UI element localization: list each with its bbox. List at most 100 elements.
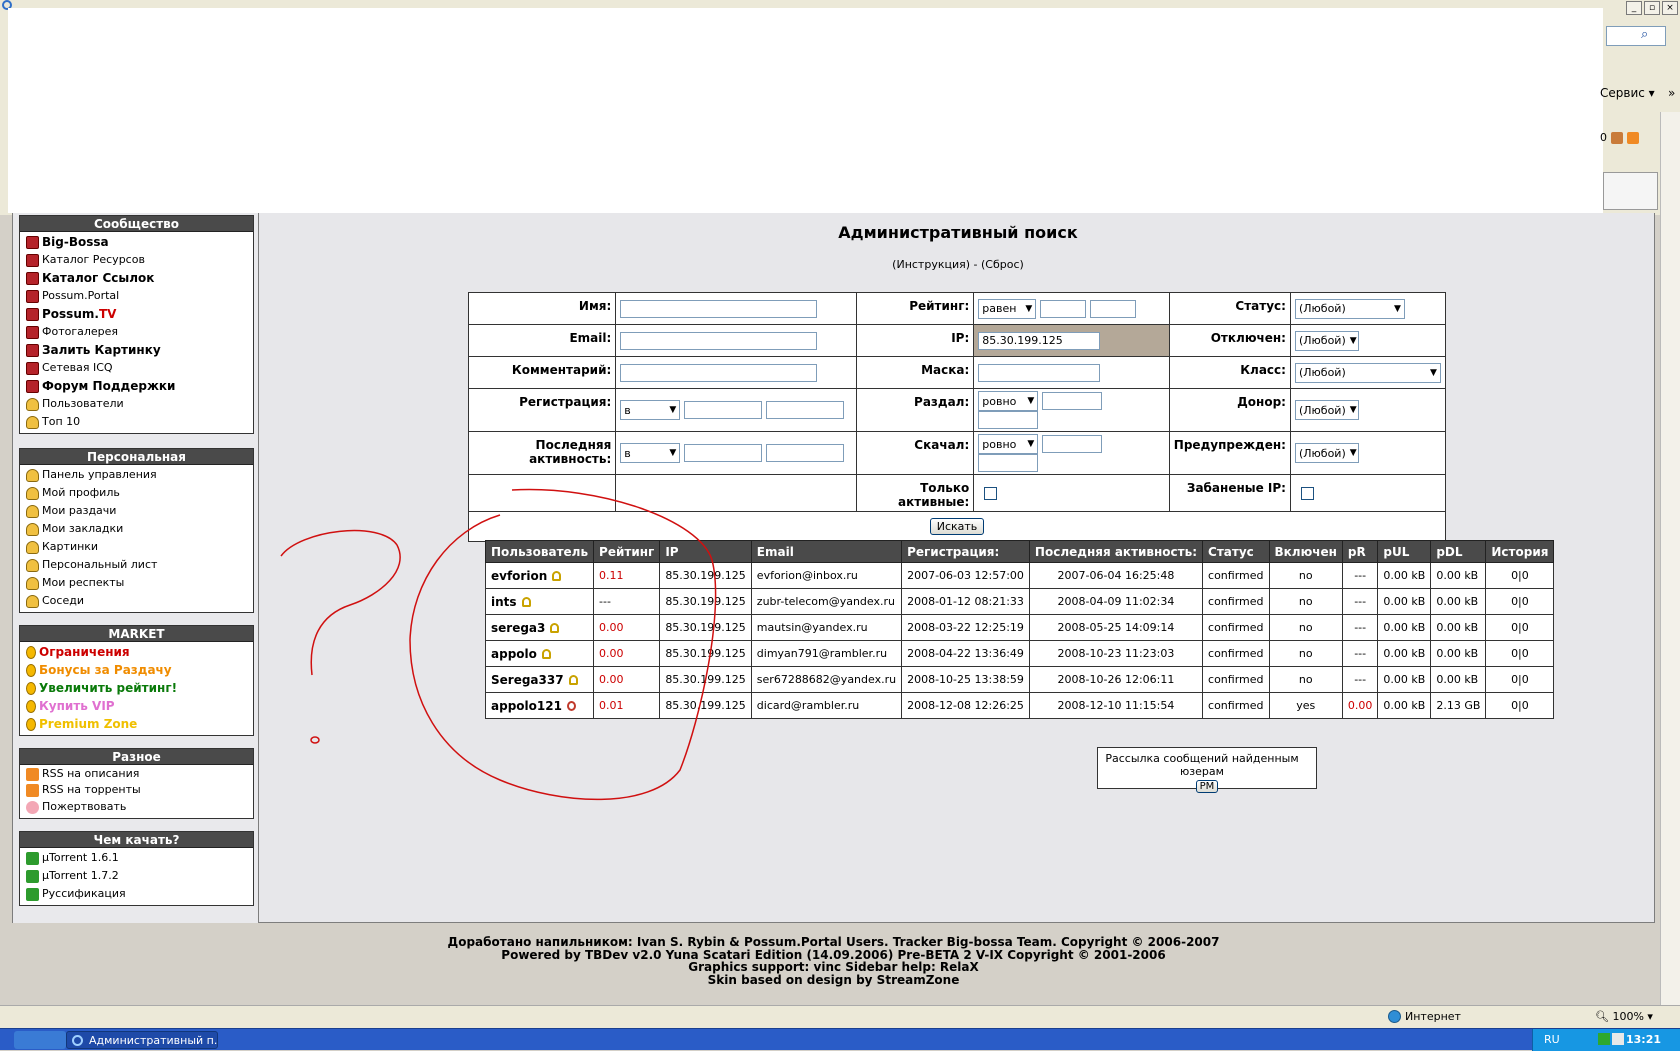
search-icon[interactable]: ⌕ — [1641, 27, 1648, 42]
minimize-button[interactable]: _ — [1626, 1, 1642, 15]
username-link[interactable]: appolo121 — [491, 699, 562, 713]
sidebar-item-rss-descriptions[interactable]: RSS на описания — [26, 766, 253, 782]
sidebar-item-control-panel[interactable]: Панель управления — [26, 466, 253, 484]
tray-app-icon[interactable] — [1612, 1033, 1624, 1045]
ip-cell[interactable]: 85.30.199.125 — [659, 640, 752, 667]
rss-feed-icon[interactable] — [1627, 131, 1639, 144]
sidebar-item-network-icq[interactable]: Сетевая ICQ — [26, 359, 253, 377]
history-cell[interactable]: 0|0 — [1485, 562, 1555, 589]
taskbar-window-button[interactable]: Административный п... — [66, 1031, 218, 1049]
sidebar-item-personal-list[interactable]: Персональный лист — [26, 556, 253, 574]
sidebar-item-upload-image[interactable]: Залить Картинку — [26, 341, 253, 359]
rating-from-input[interactable] — [1040, 299, 1087, 318]
sidebar-item-resource-catalog[interactable]: Каталог Ресурсов — [26, 251, 253, 269]
rating-to-input[interactable] — [1089, 299, 1136, 318]
last-activity-operator-select[interactable]: в ▼ — [620, 443, 681, 463]
username-link[interactable]: evforion — [491, 569, 547, 583]
zoom-control[interactable]: 🔍︎ 100% ▾ — [1595, 1010, 1653, 1023]
col-user[interactable]: Пользователь — [484, 540, 595, 563]
username-link[interactable]: Serega337 — [491, 673, 564, 687]
sidebar-item-rss-torrents[interactable]: RSS на торренты — [26, 782, 253, 798]
search-button[interactable]: Искать — [929, 518, 985, 535]
history-cell[interactable]: 0|0 — [1485, 614, 1555, 641]
sidebar-item-my-bookmarks[interactable]: Мои закладки — [26, 520, 253, 538]
sidebar-item-support-forum[interactable]: Форум Поддержки — [26, 377, 253, 395]
history-cell[interactable]: 0|0 — [1485, 588, 1555, 615]
email-cell[interactable]: ser67288682@yandex.ru — [750, 666, 903, 693]
ip-cell[interactable]: 85.30.199.125 — [659, 666, 752, 693]
uploaded-from-input[interactable] — [1042, 392, 1103, 410]
ip-cell[interactable]: 85.30.199.125 — [659, 614, 752, 641]
ip-input[interactable] — [978, 331, 1101, 350]
users-icon[interactable] — [1611, 131, 1623, 144]
start-button[interactable] — [14, 1031, 66, 1049]
col-history[interactable]: История — [1485, 540, 1555, 563]
sidebar-item-my-torrents[interactable]: Мои раздачи — [26, 502, 253, 520]
downloaded-operator-select[interactable]: ровно ▼ — [978, 434, 1039, 454]
language-indicator[interactable]: RU — [1544, 1033, 1560, 1046]
tools-menu[interactable]: Сервис ▾ — [1600, 86, 1655, 100]
name-input[interactable] — [620, 299, 818, 318]
sidebar-item-restrictions[interactable]: Ограничения — [26, 643, 253, 661]
sidebar-item-increase-rating[interactable]: Увеличить рейтинг! — [26, 679, 253, 697]
network-icon[interactable] — [1598, 1033, 1610, 1045]
username-link[interactable]: ints — [491, 595, 517, 609]
uploaded-to-input[interactable] — [978, 411, 1039, 429]
sidebar-item-link-catalog[interactable]: Каталог Ссылок — [26, 269, 253, 287]
col-rating[interactable]: Рейтинг — [593, 540, 661, 563]
col-pdl[interactable]: pDL — [1430, 540, 1487, 563]
email-cell[interactable]: evforion@inbox.ru — [750, 562, 903, 589]
class-select[interactable]: (Любой) ▼ — [1294, 362, 1441, 383]
instruction-link[interactable]: Инструкция — [896, 258, 965, 271]
downloaded-to-input[interactable] — [978, 454, 1039, 472]
sidebar-item-big-bossa[interactable]: Big-Bossa — [26, 233, 253, 251]
last-activity-from-input[interactable] — [684, 444, 763, 462]
history-cell[interactable]: 0|0 — [1485, 640, 1555, 667]
sidebar-item-seeding-bonus[interactable]: Бонусы за Раздачу — [26, 661, 253, 679]
mask-input[interactable] — [978, 363, 1101, 382]
restore-button[interactable]: ▫ — [1644, 1, 1660, 15]
ip-cell[interactable]: 85.30.199.125 — [659, 692, 752, 719]
sidebar-item-top10[interactable]: Топ 10 — [26, 413, 253, 431]
email-cell[interactable]: mautsin@yandex.ru — [750, 614, 903, 641]
col-pul[interactable]: pUL — [1377, 540, 1432, 563]
reset-link[interactable]: Сброс — [985, 258, 1019, 271]
rating-operator-select[interactable]: равен ▼ — [978, 298, 1037, 319]
email-input[interactable] — [620, 331, 818, 350]
sidebar-item-my-profile[interactable]: Мой профиль — [26, 484, 253, 502]
status-select[interactable]: (Любой) ▼ — [1294, 298, 1405, 319]
last-activity-to-input[interactable] — [765, 444, 844, 462]
ip-cell[interactable]: 85.30.199.125 — [659, 562, 752, 589]
username-link[interactable]: serega3 — [491, 621, 545, 635]
sidebar-item-premium-zone[interactable]: Premium Zone — [26, 715, 253, 733]
browser-search-input[interactable] — [1606, 26, 1666, 46]
col-email[interactable]: Email — [750, 540, 903, 563]
registration-to-input[interactable] — [765, 401, 844, 419]
sidebar-item-buy-vip[interactable]: Купить VIP — [26, 697, 253, 715]
sidebar-item-neighbours[interactable]: Соседи — [26, 592, 253, 610]
username-link[interactable]: appolo — [491, 647, 537, 661]
toolbar-overflow-chevron[interactable]: » — [1668, 86, 1675, 100]
sidebar-item-possum-tv[interactable]: Possum. TV — [26, 305, 253, 323]
col-status[interactable]: Статус — [1202, 540, 1270, 563]
uploaded-operator-select[interactable]: ровно ▼ — [978, 391, 1039, 411]
email-cell[interactable]: dicard@rambler.ru — [750, 692, 903, 719]
close-button[interactable]: × — [1662, 1, 1678, 15]
col-enabled[interactable]: Включен — [1268, 540, 1343, 563]
history-cell[interactable]: 0|0 — [1485, 666, 1555, 693]
ip-cell[interactable]: 85.30.199.125 — [659, 588, 752, 615]
history-cell[interactable]: 0|0 — [1485, 692, 1555, 719]
sidebar-item-possum-portal[interactable]: Possum.Portal — [26, 287, 253, 305]
pm-button[interactable]: PM — [1195, 780, 1219, 793]
active-only-checkbox[interactable] — [984, 487, 998, 500]
col-last-activity[interactable]: Последняя активность: — [1028, 540, 1204, 563]
sidebar-item-russification[interactable]: Руссификация — [26, 885, 253, 903]
donor-select[interactable]: (Любой) ▼ — [1294, 400, 1359, 420]
registration-from-input[interactable] — [684, 401, 763, 419]
sidebar-item-utorrent-161[interactable]: µTorrent 1.6.1 — [26, 849, 253, 867]
warned-select[interactable]: (Любой) ▼ — [1294, 443, 1359, 463]
downloaded-from-input[interactable] — [1042, 435, 1103, 453]
col-pr[interactable]: pR — [1341, 540, 1379, 563]
sidebar-item-pictures[interactable]: Картинки — [26, 538, 253, 556]
disabled-select[interactable]: (Любой) ▼ — [1294, 330, 1359, 351]
